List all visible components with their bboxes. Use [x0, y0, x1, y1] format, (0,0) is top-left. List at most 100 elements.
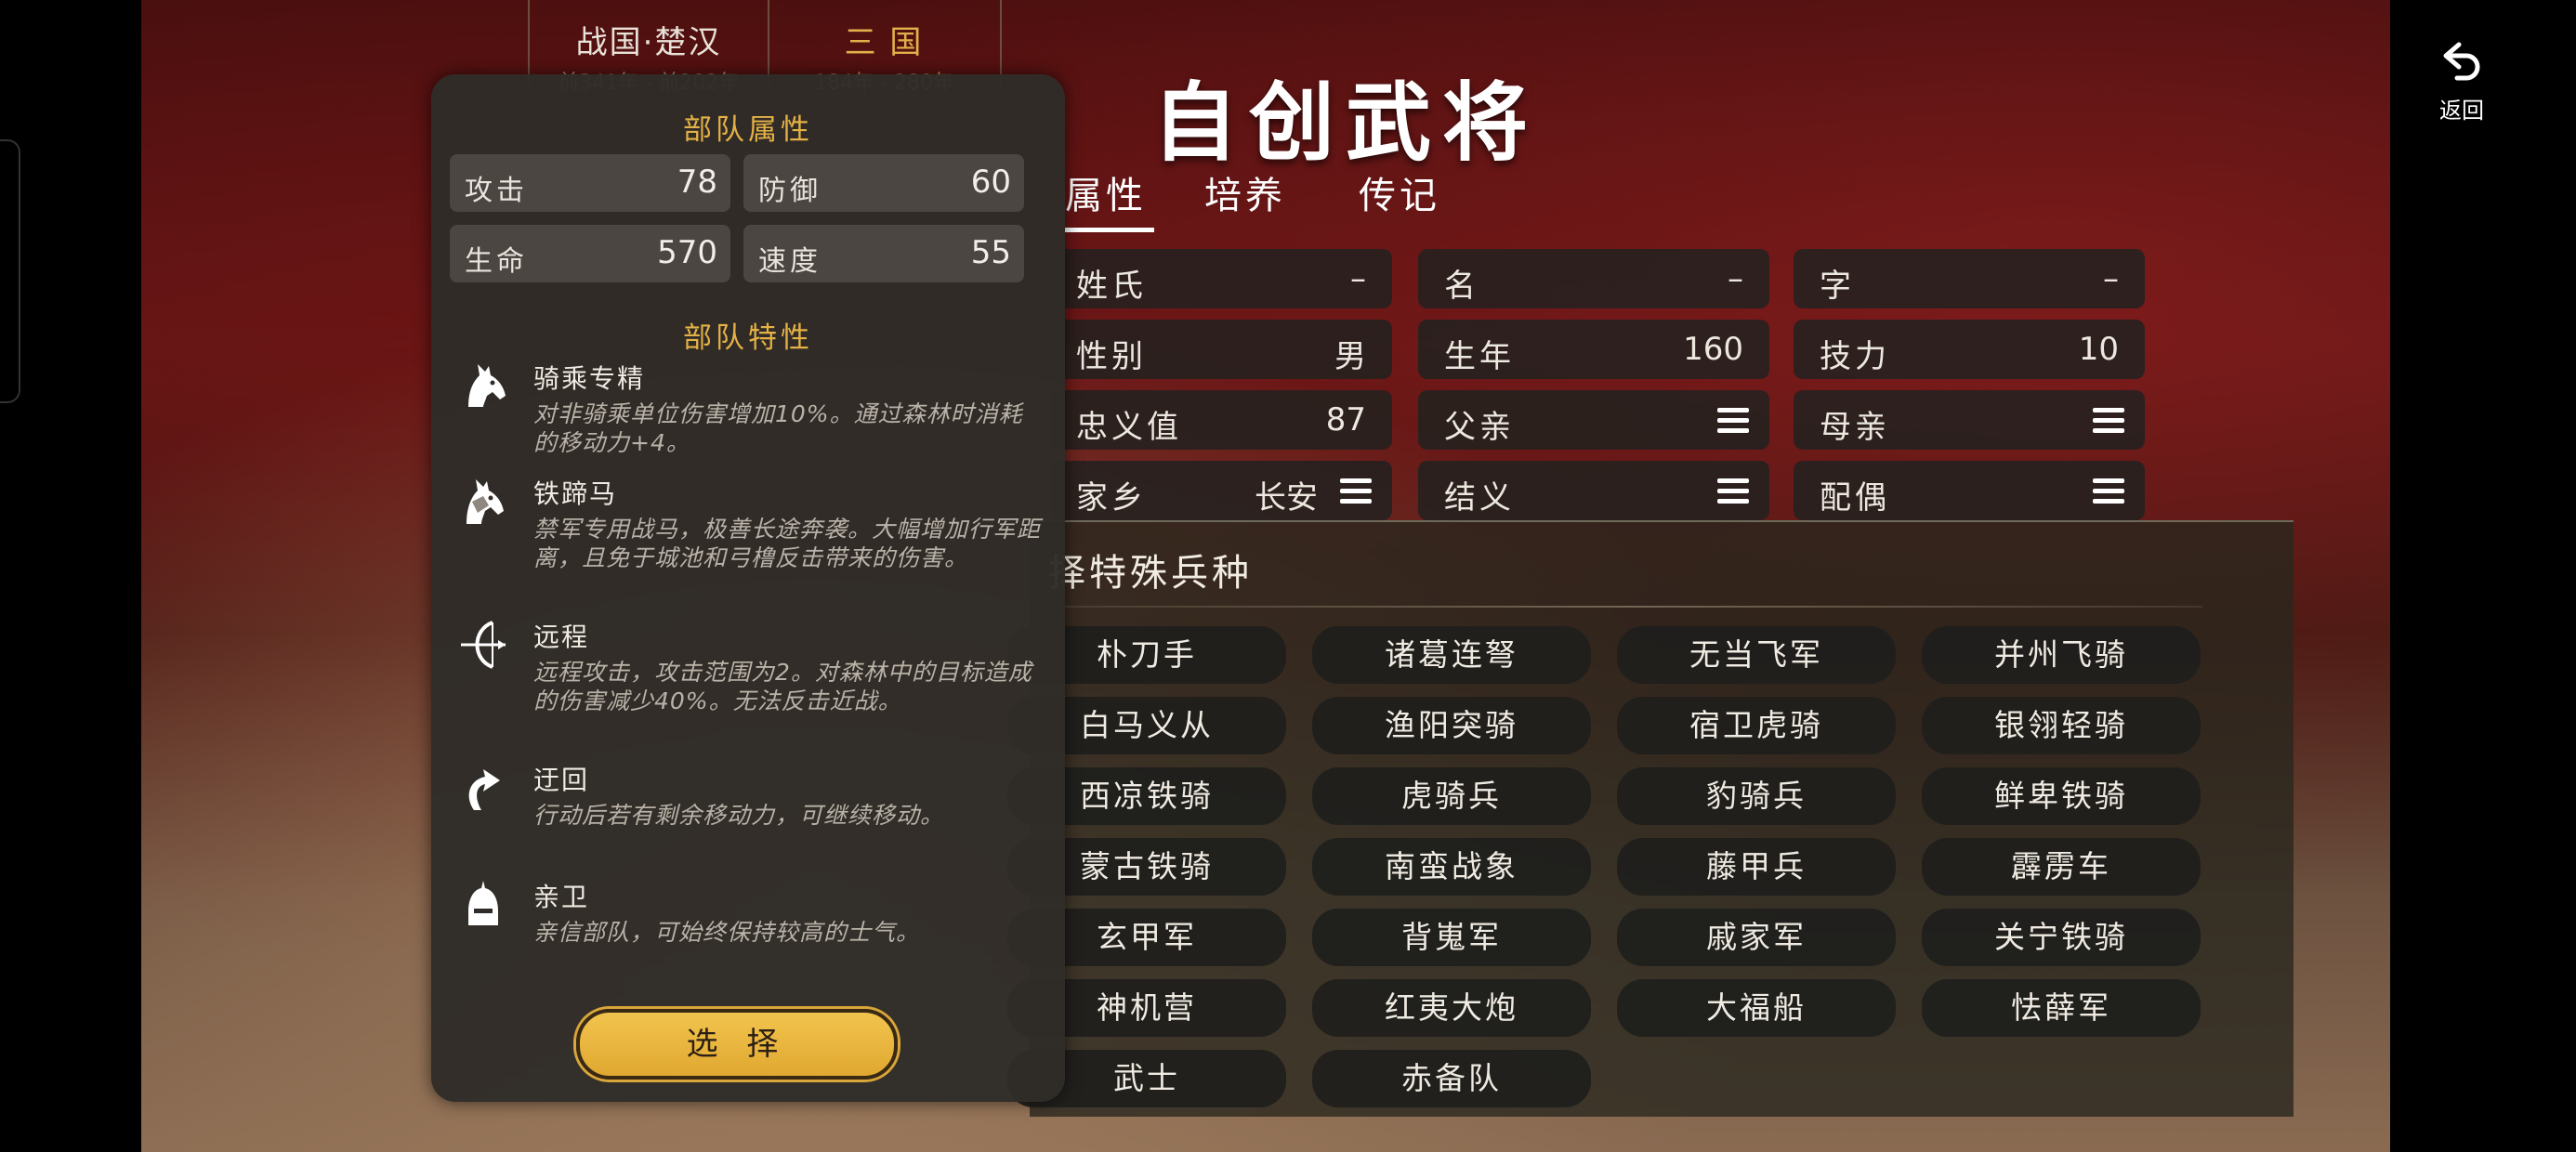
era-tab-three-kingdoms[interactable]: 三 国 184年 - 280年	[768, 0, 1002, 95]
helmet-icon	[455, 877, 511, 933]
loyalty-field[interactable]: 忠义值 87	[1050, 390, 1392, 450]
special-unit-button[interactable]: 虎骑兵	[1312, 767, 1591, 825]
trait-desc: 亲信部队，可始终保持较高的士气。	[533, 919, 921, 946]
field-value: –	[1350, 260, 1366, 297]
trait-name: 迂回	[533, 765, 590, 795]
select-button[interactable]: 选 择	[576, 1009, 898, 1080]
field-value: –	[2103, 260, 2119, 297]
unit-detail-panel: 部队属性 攻击 78 防御 60 生命 570 速度 55 部队特性 骑乘专精 …	[431, 74, 1065, 1102]
special-unit-button[interactable]: 南蛮战象	[1312, 838, 1591, 896]
back-button[interactable]: 返回	[2420, 39, 2504, 124]
hometown-field[interactable]: 家乡 长安	[1050, 461, 1392, 520]
field-label: 性别	[1076, 338, 1147, 375]
trait-name: 亲卫	[533, 882, 590, 912]
stat-label: 防御	[758, 175, 821, 207]
stat-hp: 生命 570	[450, 225, 730, 282]
tab-training[interactable]: 培养	[1204, 165, 1286, 219]
special-unit-button[interactable]: 无当飞军	[1617, 626, 1896, 684]
spouse-field[interactable]: 配偶	[1794, 461, 2145, 520]
special-unit-title: 择特殊兵种	[1048, 552, 1253, 595]
field-label: 家乡	[1076, 479, 1147, 517]
tab-attributes[interactable]: 属性	[1065, 165, 1154, 232]
special-unit-button[interactable]: 藤甲兵	[1617, 838, 1896, 896]
special-unit-button[interactable]: 渔阳突骑	[1312, 697, 1591, 754]
page-title: 自创武将	[1152, 72, 1540, 173]
back-arrow-icon	[2420, 39, 2504, 92]
trait-desc: 远程攻击，攻击范围为2。对森林中的目标造成的伤害减少40%。无法反击近战。	[533, 659, 1032, 714]
special-unit-button[interactable]: 背嵬军	[1312, 909, 1591, 966]
field-value: 长安	[1255, 479, 1318, 517]
field-label: 忠义值	[1076, 409, 1182, 446]
trait-desc: 对非骑乘单位伤害增加10%。通过森林时消耗的移动力+4。	[533, 400, 1023, 456]
horse-head-icon	[455, 359, 511, 414]
surname-field[interactable]: 姓氏 –	[1050, 249, 1392, 308]
mother-field[interactable]: 母亲	[1794, 390, 2145, 450]
menu-icon[interactable]	[2093, 478, 2124, 504]
field-value: –	[1728, 260, 1743, 297]
given-name-field[interactable]: 名 –	[1418, 249, 1769, 308]
screen-edge	[0, 139, 20, 403]
u-turn-arrow-icon	[455, 760, 511, 816]
armored-horse-icon	[455, 474, 511, 530]
field-value: 10	[2078, 331, 2119, 368]
birth-year-field[interactable]: 生年 160	[1418, 320, 1769, 379]
bow-icon	[455, 617, 511, 673]
field-label: 生年	[1444, 338, 1515, 375]
stat-value: 60	[970, 164, 1011, 201]
divider	[1059, 606, 2202, 608]
skill-field[interactable]: 技力 10	[1794, 320, 2145, 379]
stat-label: 速度	[758, 245, 821, 278]
field-label: 字	[1820, 268, 1855, 305]
menu-icon[interactable]	[2093, 408, 2124, 433]
field-label: 名	[1444, 268, 1479, 305]
special-unit-button[interactable]: 鲜卑铁骑	[1922, 767, 2201, 825]
special-unit-button[interactable]: 怯薛军	[1922, 979, 2201, 1037]
field-label: 姓氏	[1076, 268, 1147, 305]
stat-label: 攻击	[465, 175, 528, 207]
trait-desc: 行动后若有剩余移动力，可继续移动。	[533, 802, 945, 829]
field-label: 技力	[1820, 338, 1890, 375]
menu-icon[interactable]	[1340, 478, 1372, 504]
era-name: 三 国	[844, 24, 924, 61]
stat-value: 55	[970, 234, 1011, 271]
menu-icon[interactable]	[1717, 408, 1749, 433]
special-unit-button[interactable]: 霹雳车	[1922, 838, 2201, 896]
field-label: 母亲	[1820, 409, 1890, 446]
special-unit-button[interactable]: 豹骑兵	[1617, 767, 1896, 825]
special-unit-button[interactable]: 红夷大炮	[1312, 979, 1591, 1037]
special-unit-button[interactable]: 戚家军	[1617, 909, 1896, 966]
special-unit-button[interactable]: 银翎轻骑	[1922, 697, 2201, 754]
gender-field[interactable]: 性别 男	[1050, 320, 1392, 379]
special-unit-button[interactable]: 并州飞骑	[1922, 626, 2201, 684]
special-unit-button[interactable]: 宿卫虎骑	[1617, 697, 1896, 754]
special-unit-button[interactable]: 诸葛连弩	[1312, 626, 1591, 684]
stat-defense: 防御 60	[743, 154, 1024, 212]
field-label: 配偶	[1820, 479, 1890, 517]
field-label: 结义	[1444, 479, 1515, 517]
trait-section-title: 部队特性	[683, 321, 813, 355]
stat-label: 生命	[465, 245, 528, 278]
back-label: 返回	[2439, 98, 2484, 124]
special-unit-button[interactable]: 大福船	[1617, 979, 1896, 1037]
trait-name: 远程	[533, 622, 590, 652]
special-unit-button[interactable]: 关宁铁骑	[1922, 909, 2201, 966]
father-field[interactable]: 父亲	[1418, 390, 1769, 450]
special-unit-button[interactable]: 赤备队	[1312, 1050, 1591, 1107]
stat-attack: 攻击 78	[450, 154, 730, 212]
trait-desc: 禁军专用战马，极善长途奔袭。大幅增加行军距离，且免于城池和弓橹反击带来的伤害。	[533, 516, 1042, 571]
trait-name: 骑乘专精	[533, 363, 646, 394]
field-value: 男	[1334, 338, 1366, 375]
menu-icon[interactable]	[1717, 478, 1749, 504]
field-value: 160	[1683, 331, 1743, 368]
stat-value: 570	[657, 234, 717, 271]
tab-biography[interactable]: 传记	[1359, 165, 1440, 219]
field-label: 父亲	[1444, 409, 1515, 446]
trait-name: 铁蹄马	[533, 478, 618, 509]
stat-value: 78	[677, 164, 717, 201]
era-tab-warring-states[interactable]: 战国·楚汉 前341年 - 前202年	[528, 0, 769, 95]
stat-speed: 速度 55	[743, 225, 1024, 282]
field-value: 87	[1325, 401, 1366, 439]
attr-section-title: 部队属性	[683, 113, 813, 147]
sworn-brother-field[interactable]: 结义	[1418, 461, 1769, 520]
courtesy-name-field[interactable]: 字 –	[1794, 249, 2145, 308]
